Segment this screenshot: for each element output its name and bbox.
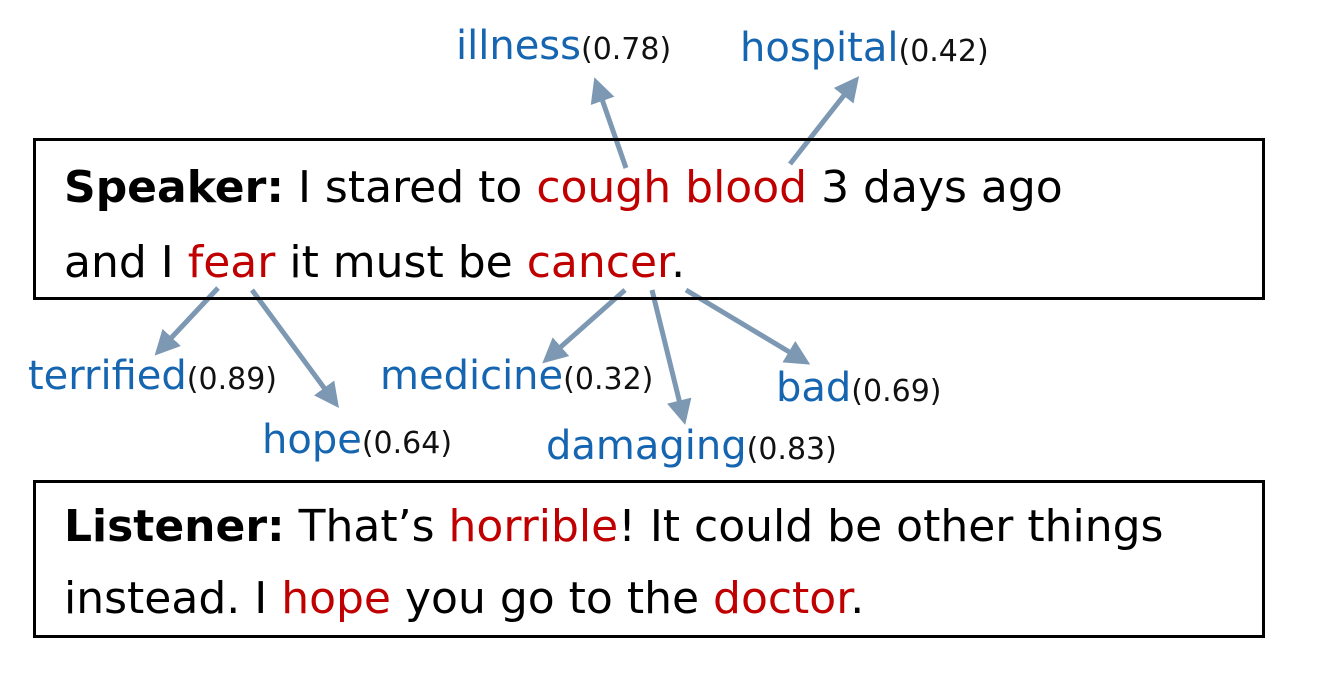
concept-medicine: medicine(0.32) <box>380 356 653 396</box>
highlighted-word: fear <box>187 237 276 288</box>
listener-utterance-box: Listener: That’s horrible! It could be o… <box>33 480 1265 638</box>
concept-score: (0.83) <box>746 432 837 467</box>
concept-word: damaging <box>546 423 747 469</box>
highlighted-word: cough <box>536 162 672 213</box>
utterance-text: I stared to <box>297 162 537 213</box>
utterance-text: That’s <box>298 501 449 552</box>
listener-line1-text: That’s horrible! It could be other thing… <box>299 501 1164 552</box>
concept-score: (0.69) <box>851 374 942 409</box>
concept-score: (0.32) <box>563 362 654 397</box>
concept-word: illness <box>456 23 581 69</box>
listener-line-1: Listener: That’s horrible! It could be o… <box>64 505 1163 549</box>
concept-terrified: terrified(0.89) <box>28 356 277 396</box>
speaker-utterance-box: Speaker: I stared to cough blood 3 days … <box>33 138 1265 300</box>
concept-score: (0.89) <box>186 362 278 397</box>
highlighted-word: doctor <box>713 573 851 624</box>
highlighted-word: horrible <box>448 501 619 552</box>
utterance-text: instead. I <box>64 573 282 624</box>
concept-damaging: damaging(0.83) <box>546 426 837 466</box>
utterance-text: it must be <box>275 237 527 288</box>
highlighted-word: cancer <box>526 237 672 288</box>
utterance-text: and I <box>64 237 188 288</box>
utterance-text: 3 days ago <box>807 162 1063 213</box>
arrow-cancer-to-medicine <box>542 288 627 364</box>
highlighted-word: hope <box>281 573 391 624</box>
concept-word: hospital <box>740 25 899 71</box>
utterance-text: . <box>850 573 865 624</box>
concept-hope: hope(0.64) <box>262 420 452 460</box>
listener-line-2: instead. I hope you go to the doctor. <box>64 577 864 621</box>
arrow-cancer-to-bad <box>684 287 811 365</box>
utterance-text: ! It could be other things <box>618 501 1164 552</box>
arrow-cancer-to-damaging <box>649 289 692 425</box>
concept-bad: bad(0.69) <box>776 368 942 408</box>
utterance-text <box>671 162 685 213</box>
speaker-line1-text: I stared to cough blood 3 days ago <box>298 162 1063 213</box>
concept-word: medicine <box>380 353 564 399</box>
listener-role-label: Listener: <box>64 501 285 552</box>
speaker-line-2: and I fear it must be cancer. <box>64 241 685 285</box>
concept-score: (0.78) <box>580 32 672 67</box>
concept-illness: illness(0.78) <box>456 26 671 66</box>
speaker-role-label: Speaker: <box>64 162 284 213</box>
concept-score: (0.64) <box>361 426 453 461</box>
utterance-text: . <box>671 237 686 288</box>
concept-hospital: hospital(0.42) <box>740 28 989 68</box>
speaker-line-1: Speaker: I stared to cough blood 3 days … <box>64 166 1063 210</box>
concept-word: hope <box>262 417 362 463</box>
utterance-text: you go to the <box>391 573 714 624</box>
highlighted-word: blood <box>685 162 808 213</box>
concept-word: bad <box>776 365 852 411</box>
concept-score: (0.42) <box>898 34 989 69</box>
concept-word: terrified <box>28 353 187 399</box>
